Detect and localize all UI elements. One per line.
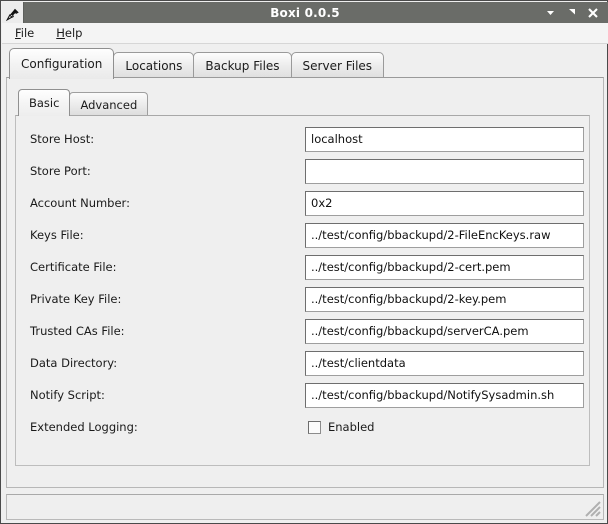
form-row: Trusted CAs File: ../test/config/bbackup… [16,315,589,347]
form-row: Extended Logging: Enabled [16,411,589,443]
main-tab-bar: Configuration Locations Backup Files Ser… [2,46,608,79]
tab-backup-files-label: Backup Files [205,59,280,73]
data-directory-input[interactable]: ../test/clientdata [305,350,584,376]
store-port-label: Store Port: [30,164,91,178]
menu-item-file-label: ile [20,26,35,40]
store-host-input[interactable]: localhost [305,126,584,152]
notify-script-label: Notify Script: [30,388,105,402]
menu-item-file[interactable]: File [6,24,43,42]
private-key-file-input[interactable]: ../test/config/bbackupd/2-key.pem [305,286,584,312]
data-directory-label: Data Directory: [30,356,118,370]
private-key-file-label: Private Key File: [30,292,122,306]
subtab-basic-label: Basic [29,96,60,110]
form-row: Store Host: localhost [16,123,589,155]
store-host-label: Store Host: [30,132,95,146]
title-bar: Boxi 0.0.5 [2,2,608,23]
form-row: Notify Script: ../test/config/bbackupd/N… [16,379,589,411]
sub-tab-bar: Basic Advanced [10,85,590,116]
status-bar [6,494,604,520]
menu-item-help-label: elp [64,26,83,40]
menu-item-help-mnemonic: H [56,26,65,40]
minimize-button[interactable] [540,2,561,23]
form-row: Keys File: ../test/config/bbackupd/2-Fil… [16,219,589,251]
tab-server-files[interactable]: Server Files [290,52,385,79]
notify-script-input[interactable]: ../test/config/bbackupd/NotifySysadmin.s… [305,382,584,408]
pushpin-icon [5,6,19,22]
maximize-button[interactable] [561,2,582,23]
tab-server-files-label: Server Files [302,59,373,73]
close-button[interactable] [582,2,603,23]
window-title: Boxi 0.0.5 [270,5,340,20]
application-window: Boxi 0.0.5 File Help Configuration Locat… [0,0,608,524]
tab-locations[interactable]: Locations [113,52,195,79]
menu-bar: File Help [2,23,608,44]
form-row: Private Key File: ../test/config/bbackup… [16,283,589,315]
extended-logging-checkbox-label: Enabled [328,420,375,434]
certificate-file-input[interactable]: ../test/config/bbackupd/2-cert.pem [305,254,584,280]
window-controls [540,2,608,23]
tab-configuration-label: Configuration [21,57,103,71]
basic-settings-form: Store Host: localhost Store Port: Accoun… [15,115,590,466]
tab-configuration[interactable]: Configuration [9,48,115,79]
store-port-input[interactable] [305,158,584,184]
form-row: Store Port: [16,155,589,187]
keys-file-input[interactable]: ../test/config/bbackupd/2-FileEncKeys.ra… [305,222,584,248]
resize-grip-icon[interactable] [583,499,601,517]
form-row: Certificate File: ../test/config/bbackup… [16,251,589,283]
tab-backup-files[interactable]: Backup Files [193,52,292,79]
diagonal-arrow-icon [566,7,577,18]
subtab-advanced-label: Advanced [80,97,138,112]
keys-file-label: Keys File: [30,228,84,242]
tab-locations-label: Locations [125,59,183,73]
account-number-label: Account Number: [30,196,130,210]
close-x-icon [587,7,599,19]
window-menu-button[interactable] [2,2,24,23]
account-number-input[interactable]: 0x2 [305,190,584,216]
trusted-cas-file-input[interactable]: ../test/config/bbackupd/serverCA.pem [305,318,584,344]
extended-logging-checkbox[interactable] [308,420,321,434]
form-row: Account Number: 0x2 [16,187,589,219]
triangle-down-icon [545,7,556,18]
subtab-advanced[interactable]: Advanced [69,92,149,116]
trusted-cas-file-label: Trusted CAs File: [30,324,125,338]
extended-logging-label: Extended Logging: [30,420,138,434]
form-row: Data Directory: ../test/clientdata [16,347,589,379]
extended-logging-control[interactable]: Enabled [308,420,374,434]
menu-item-help[interactable]: Help [47,24,91,42]
certificate-file-label: Certificate File: [30,260,117,274]
subtab-basic[interactable]: Basic [18,89,71,116]
